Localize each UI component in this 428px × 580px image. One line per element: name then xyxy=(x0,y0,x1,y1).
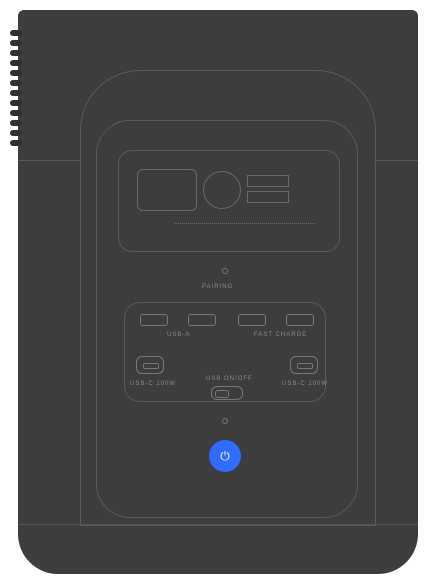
usb-c-left-label: USB-C 100W xyxy=(130,381,177,387)
pairing-led xyxy=(222,268,228,274)
usb-switch-label: USB ON/OFF xyxy=(206,376,253,382)
lcd-status-icons xyxy=(175,223,315,228)
lcd-display xyxy=(118,150,340,252)
power-button[interactable]: ⏻ xyxy=(209,440,241,472)
lcd-left-block xyxy=(137,169,197,211)
usb-c-port-left xyxy=(136,356,164,374)
usb-power-toggle[interactable] xyxy=(211,386,243,400)
pairing-label: PAIRING xyxy=(202,284,234,290)
right-seam xyxy=(374,160,418,161)
left-seam xyxy=(18,160,80,161)
usb-a-port-2 xyxy=(188,314,216,326)
lcd-input-digits xyxy=(247,191,289,203)
fast-charge-label: FAST CHARGE xyxy=(254,332,308,338)
usb-a-label: USB-A xyxy=(167,332,191,338)
fast-charge-port-1 xyxy=(238,314,266,326)
power-icon: ⏻ xyxy=(220,448,230,463)
fast-charge-port-2 xyxy=(286,314,314,326)
side-vents xyxy=(10,30,22,158)
lcd-output-digits xyxy=(247,175,289,187)
usb-a-port-1 xyxy=(140,314,168,326)
lcd-battery-ring xyxy=(203,171,241,209)
usb-c-right-label: USB-C 100W xyxy=(282,381,329,387)
usb-c-port-right xyxy=(290,356,318,374)
power-led xyxy=(222,418,228,424)
